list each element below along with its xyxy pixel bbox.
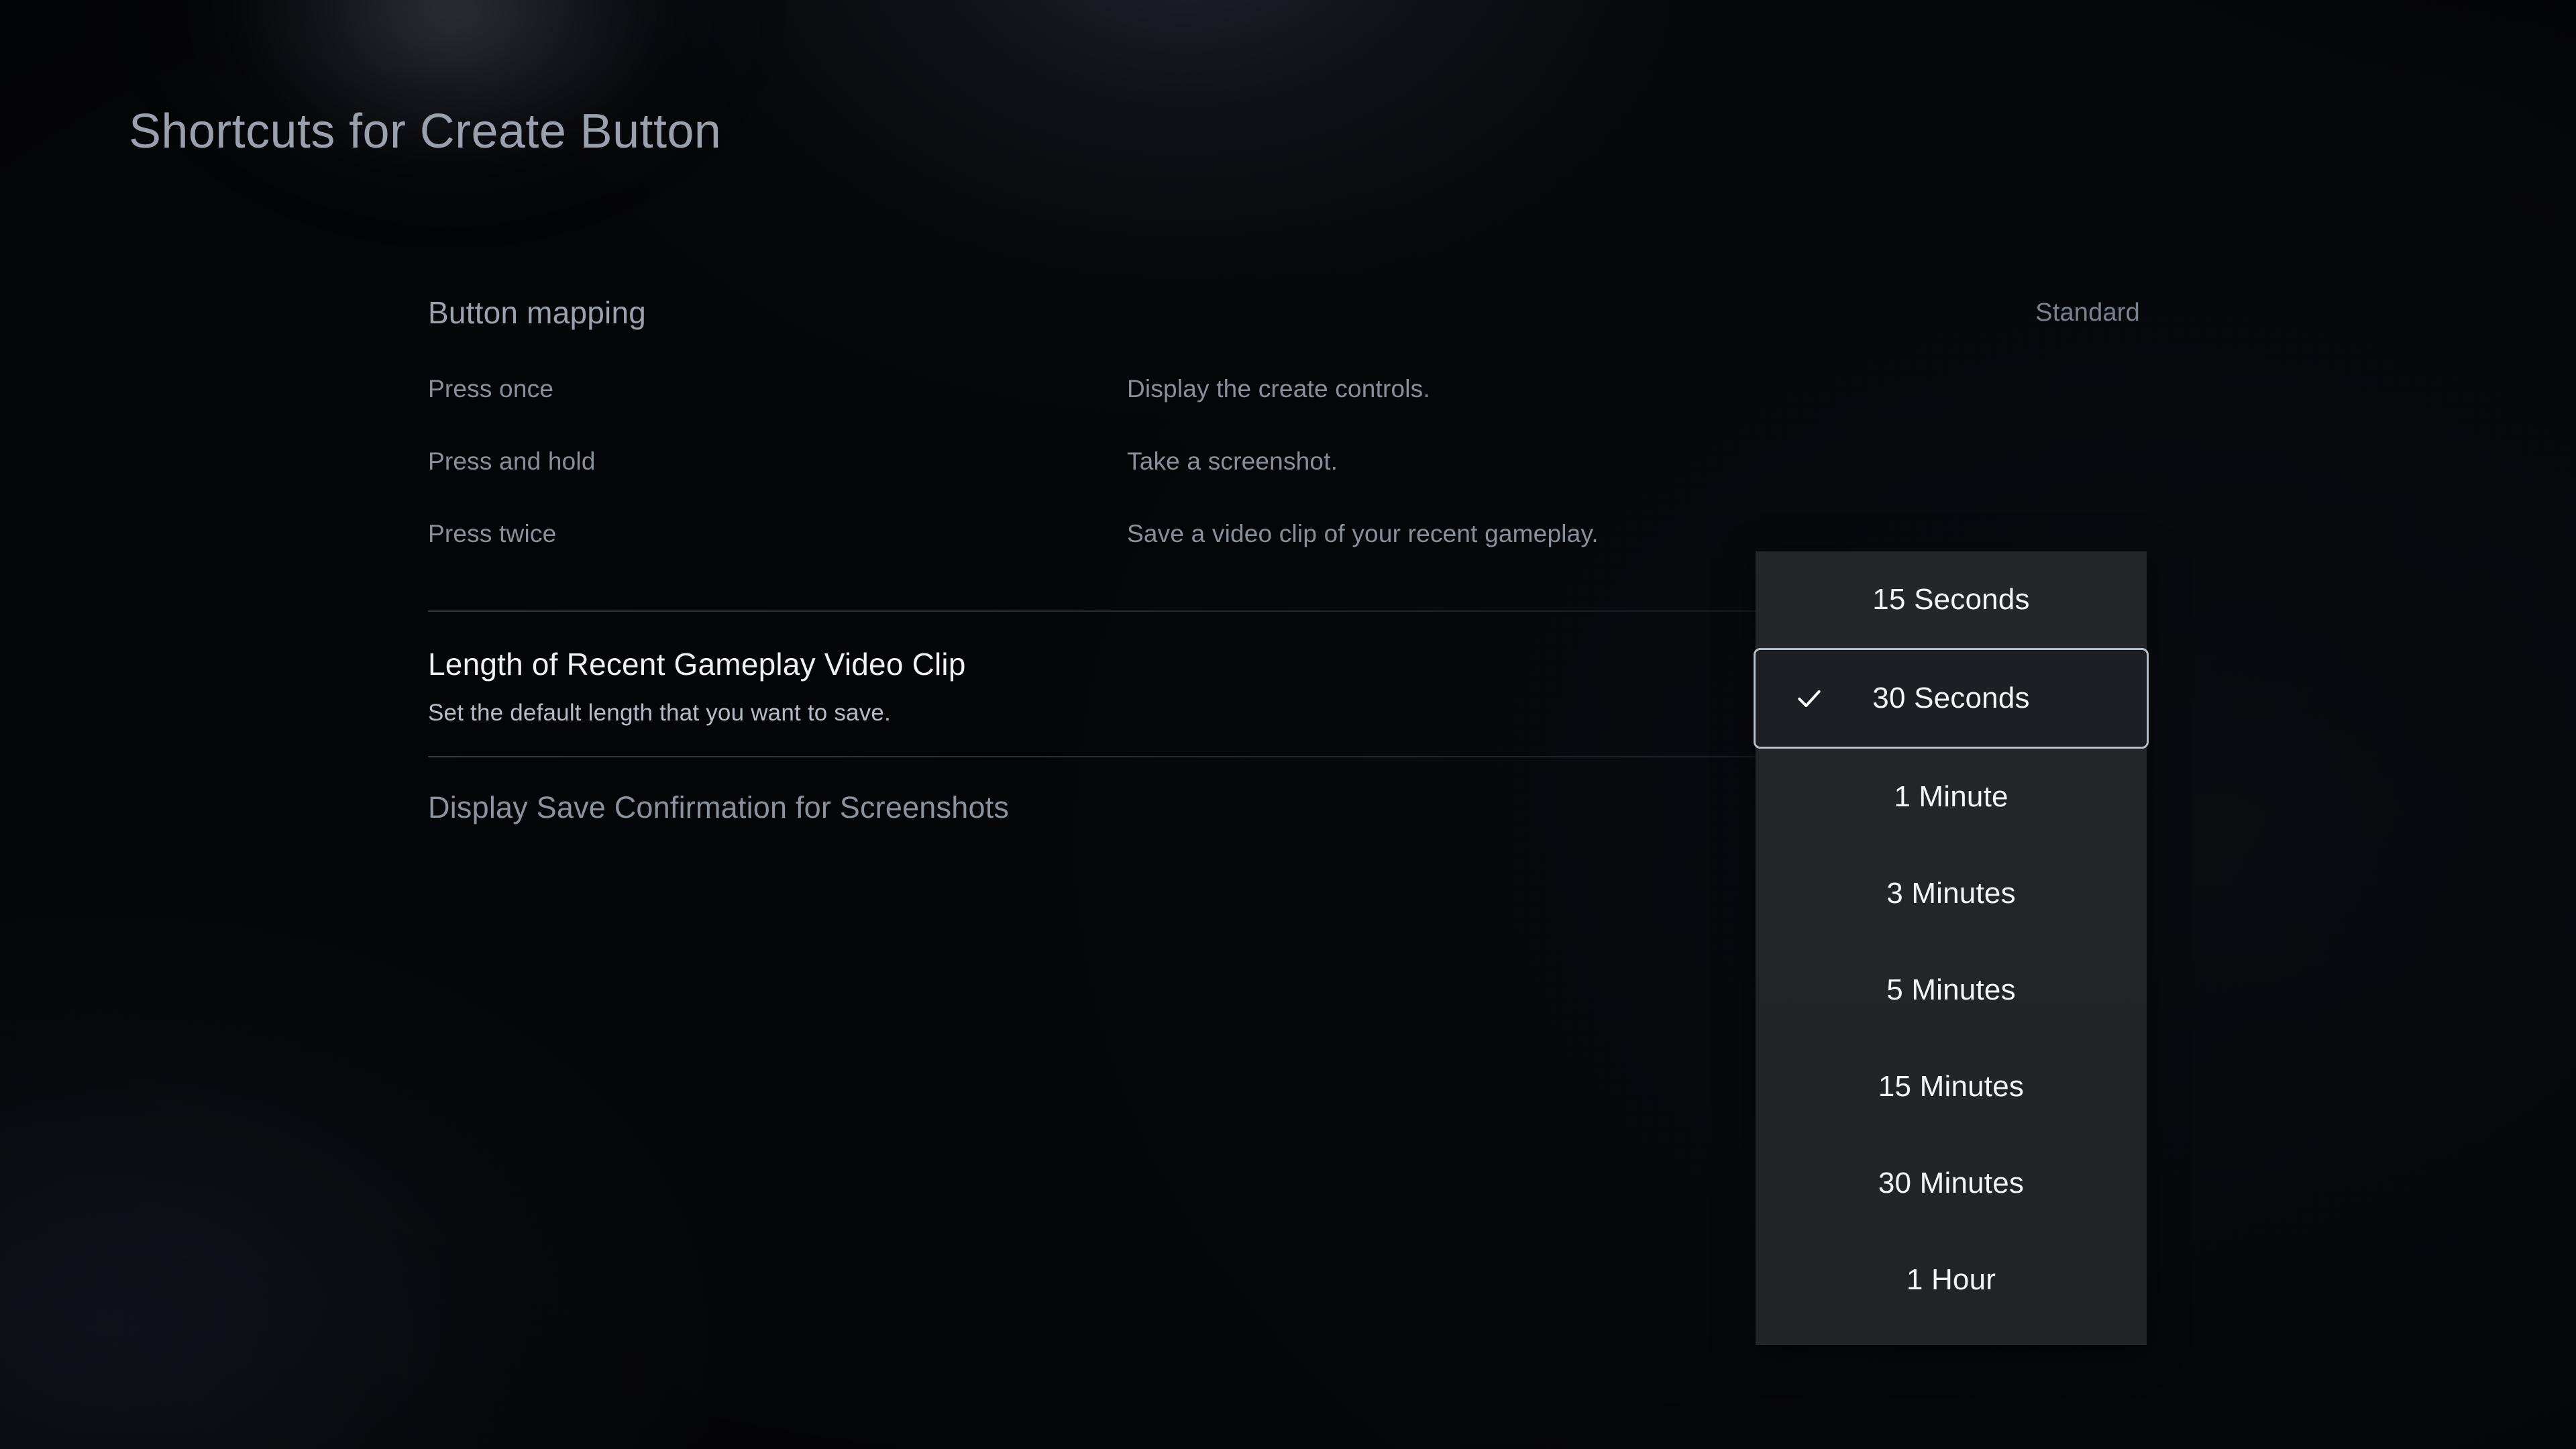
dropdown-option-15-seconds[interactable]: 15 Seconds <box>1756 551 2147 648</box>
mapping-description-label: Display the create controls. <box>1127 375 1430 402</box>
mapping-action-label: Press and hold <box>428 447 596 475</box>
mapping-row-press-and-hold: Press and hold Take a screenshot. <box>428 425 2145 498</box>
save-confirmation-label: Display Save Confirmation for Screenshot… <box>428 790 1010 824</box>
dropdown-option-label: 15 Minutes <box>1878 1070 2025 1103</box>
dropdown-option-30-seconds[interactable]: 30 Seconds <box>1754 648 2149 749</box>
setting-row-button-mapping[interactable]: Button mapping Standard <box>428 282 2145 343</box>
dropdown-option-1-minute[interactable]: 1 Minute <box>1756 749 2147 845</box>
dropdown-option-label: 1 Hour <box>1906 1263 1996 1296</box>
dropdown-option-1-hour[interactable]: 1 Hour <box>1756 1232 2147 1328</box>
dropdown-option-label: 30 Minutes <box>1878 1167 2025 1199</box>
ps5-settings-screen: Shortcuts for Create Button Button mappi… <box>0 0 2576 1449</box>
button-mapping-list: Press once Display the create controls. … <box>428 353 2145 570</box>
mapping-action-label: Press once <box>428 375 554 402</box>
dropdown-option-5-minutes[interactable]: 5 Minutes <box>1756 942 2147 1038</box>
dropdown-option-15-minutes[interactable]: 15 Minutes <box>1756 1038 2147 1135</box>
dropdown-option-30-minutes[interactable]: 30 Minutes <box>1756 1135 2147 1232</box>
mapping-description-label: Save a video clip of your recent gamepla… <box>1127 520 1599 547</box>
button-mapping-value: Standard <box>2035 298 2140 327</box>
clip-length-dropdown[interactable]: 15 Seconds 30 Seconds 1 Minute 3 Minutes… <box>1754 551 2149 1345</box>
dropdown-option-label: 30 Seconds <box>1872 682 2030 714</box>
dropdown-option-label: 5 Minutes <box>1886 973 2016 1006</box>
dropdown-option-label: 1 Minute <box>1894 780 2008 813</box>
mapping-row-press-once: Press once Display the create controls. <box>428 353 2145 425</box>
dropdown-option-label: 15 Seconds <box>1872 583 2030 616</box>
button-mapping-label: Button mapping <box>428 295 647 330</box>
check-icon <box>1794 684 1824 713</box>
page-title: Shortcuts for Create Button <box>129 105 722 158</box>
dropdown-option-label: 3 Minutes <box>1886 877 2016 910</box>
dropdown-option-3-minutes[interactable]: 3 Minutes <box>1756 845 2147 942</box>
mapping-action-label: Press twice <box>428 520 557 547</box>
mapping-description-label: Take a screenshot. <box>1127 447 1338 475</box>
